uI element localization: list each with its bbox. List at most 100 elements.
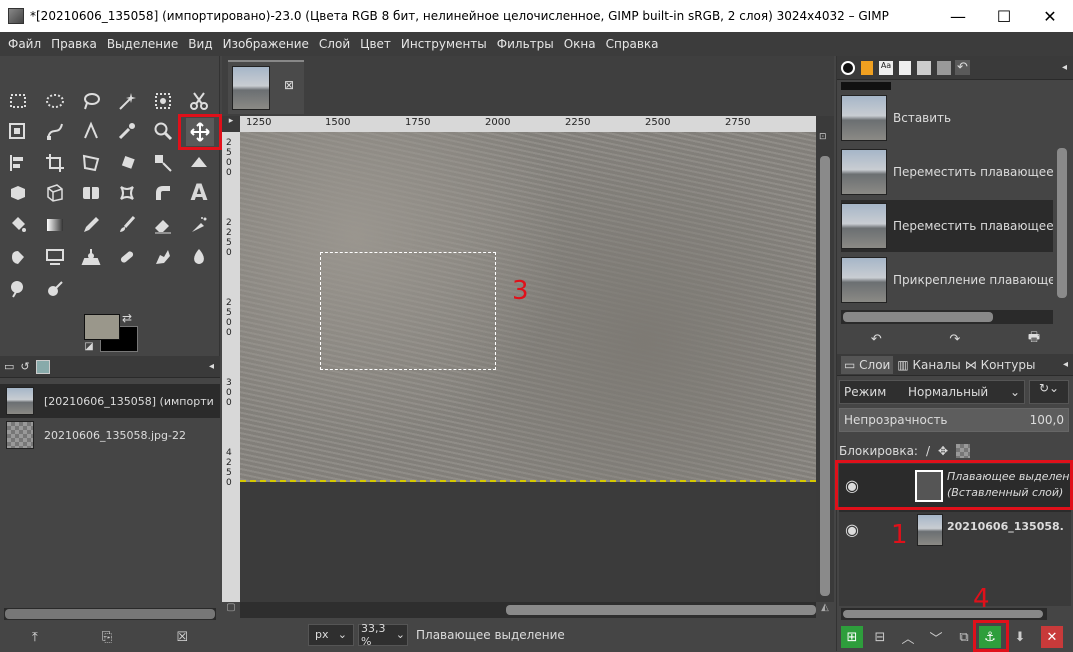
- text-select-icon[interactable]: [78, 118, 104, 144]
- undo-icon[interactable]: ↶: [871, 332, 882, 347]
- new-layer-group-icon[interactable]: ⊟: [869, 626, 891, 648]
- airbrush-icon[interactable]: [186, 212, 212, 238]
- image-tab[interactable]: ⊠: [228, 60, 304, 114]
- tool-options-tab-icon[interactable]: ▭: [4, 360, 14, 373]
- lasso-icon[interactable]: [78, 88, 104, 114]
- fuzzy-select-icon[interactable]: [114, 88, 140, 114]
- menu-windows[interactable]: Окна: [559, 37, 601, 51]
- default-colors-icon[interactable]: ◪: [82, 339, 96, 353]
- merge-down-icon[interactable]: ⬇: [1009, 626, 1031, 648]
- foreground-color-swatch[interactable]: [84, 314, 120, 340]
- quick-mask-icon[interactable]: ▸: [222, 116, 240, 132]
- menu-edit[interactable]: Правка: [46, 37, 102, 51]
- device-status-tab-icon[interactable]: ↺: [20, 360, 29, 373]
- opacity-slider[interactable]: Непрозрачность 100,0: [839, 408, 1069, 432]
- panel-menu-icon[interactable]: ◂: [1063, 359, 1068, 370]
- zoom-icon[interactable]: [150, 118, 176, 144]
- menu-colors[interactable]: Цвет: [355, 37, 396, 51]
- shear-icon[interactable]: [186, 150, 212, 176]
- image-list-item[interactable]: [20210606_135058] (импорти: [0, 384, 220, 418]
- unified-transform-icon[interactable]: [78, 150, 104, 176]
- lock-position-icon[interactable]: ✥: [938, 444, 948, 458]
- foreground-select-icon[interactable]: [5, 118, 31, 144]
- handle-transform-icon[interactable]: [114, 180, 140, 206]
- unit-select[interactable]: px ⌄: [308, 623, 354, 646]
- new-display-icon[interactable]: ⎘: [102, 630, 112, 645]
- align-icon[interactable]: [5, 150, 31, 176]
- layers-hscrollbar[interactable]: [841, 608, 1047, 620]
- floating-selection-marquee[interactable]: [320, 252, 496, 370]
- navigate-icon[interactable]: ▢: [222, 602, 240, 618]
- ink-icon[interactable]: [5, 244, 31, 270]
- menu-image[interactable]: Изображение: [218, 37, 314, 51]
- reset-mode-icon[interactable]: ↻⌄: [1029, 380, 1069, 404]
- redo-icon[interactable]: ↷: [949, 332, 960, 347]
- raise-view-icon[interactable]: ⤒: [32, 630, 38, 645]
- lock-pixels-icon[interactable]: /: [926, 444, 930, 458]
- templates-tab-icon[interactable]: [917, 60, 931, 75]
- paintbrush-icon[interactable]: [114, 212, 140, 238]
- color-picker-icon[interactable]: [114, 118, 140, 144]
- menu-layer[interactable]: Слой: [314, 37, 355, 51]
- history-hscrollbar[interactable]: [841, 310, 1053, 324]
- smudge-icon[interactable]: [150, 244, 176, 270]
- history-item[interactable]: Переместить плавающее: [841, 146, 1053, 198]
- history-item[interactable]: Вставить: [841, 92, 1053, 144]
- eraser-icon[interactable]: [150, 212, 176, 238]
- rect-select-icon[interactable]: [5, 88, 31, 114]
- color-select-icon[interactable]: [150, 88, 176, 114]
- clear-history-icon[interactable]: 🖶: [1028, 328, 1040, 350]
- menu-tools[interactable]: Инструменты: [396, 37, 492, 51]
- crop-icon[interactable]: [42, 150, 68, 176]
- warp-icon[interactable]: [150, 180, 176, 206]
- undo-history-tab-icon[interactable]: ↶: [955, 60, 970, 75]
- bucket-fill-icon[interactable]: [5, 212, 31, 238]
- dodge-burn-icon[interactable]: [186, 244, 212, 270]
- flip-icon[interactable]: [78, 180, 104, 206]
- delete-image-icon[interactable]: ☒: [176, 630, 188, 645]
- tab-paths[interactable]: ⋈ Контуры: [965, 358, 1036, 372]
- maximize-button[interactable]: ☐: [981, 0, 1027, 32]
- horizontal-scrollbar[interactable]: [240, 602, 816, 618]
- images-tab-icon[interactable]: [35, 359, 50, 374]
- ellipse-select-icon[interactable]: [42, 88, 68, 114]
- image-canvas[interactable]: 3: [240, 132, 816, 602]
- history-scroll-thumb[interactable]: [1057, 148, 1067, 298]
- gradient-icon[interactable]: [42, 212, 68, 238]
- smudge-finger-icon[interactable]: [42, 276, 68, 302]
- scale-icon[interactable]: [150, 150, 176, 176]
- images-scrollbar[interactable]: [4, 608, 216, 620]
- rotate-icon[interactable]: [114, 150, 140, 176]
- swap-colors-icon[interactable]: ⇄: [119, 310, 135, 326]
- fonts-tab-icon[interactable]: Aa: [879, 60, 893, 75]
- mode-select[interactable]: Режим Нормальный ⌄: [839, 380, 1025, 404]
- zoom-select[interactable]: 33,3 % ⌄: [358, 622, 408, 648]
- close-tab-icon[interactable]: ⊠: [284, 78, 294, 92]
- horizontal-scroll-thumb[interactable]: [506, 605, 816, 615]
- history-item-selected[interactable]: Переместить плавающее: [841, 200, 1053, 252]
- paths-icon[interactable]: [42, 118, 68, 144]
- menu-help[interactable]: Справка: [601, 37, 664, 51]
- menu-filters[interactable]: Фильтры: [492, 37, 559, 51]
- menu-file[interactable]: Файл: [3, 37, 46, 51]
- lock-alpha-icon[interactable]: [956, 444, 971, 458]
- patterns-tab-icon[interactable]: [861, 60, 873, 75]
- image-list-item[interactable]: 20210606_135058.jpg-22: [0, 418, 220, 452]
- document-history-tab-icon[interactable]: [899, 60, 911, 75]
- cage-icon[interactable]: [5, 180, 31, 206]
- clone-icon[interactable]: [78, 244, 104, 270]
- brushes-tab-icon[interactable]: [841, 60, 855, 75]
- scissors-icon[interactable]: [186, 88, 212, 114]
- panel-menu-icon[interactable]: ◂: [209, 361, 214, 372]
- text-tool-icon[interactable]: A: [186, 180, 212, 206]
- menu-view[interactable]: Вид: [183, 37, 217, 51]
- vertical-scroll-thumb[interactable]: [820, 156, 830, 596]
- tab-channels[interactable]: ▥ Каналы: [897, 358, 960, 372]
- panel-menu-icon[interactable]: ◂: [1062, 62, 1067, 73]
- palettes-tab-icon[interactable]: [937, 60, 951, 75]
- blur-icon[interactable]: [5, 276, 31, 302]
- heal-icon[interactable]: [114, 244, 140, 270]
- perspective-icon[interactable]: [42, 180, 68, 206]
- delete-layer-icon[interactable]: ✕: [1041, 626, 1063, 648]
- history-item[interactable]: Прикрепление плавающег: [841, 254, 1053, 306]
